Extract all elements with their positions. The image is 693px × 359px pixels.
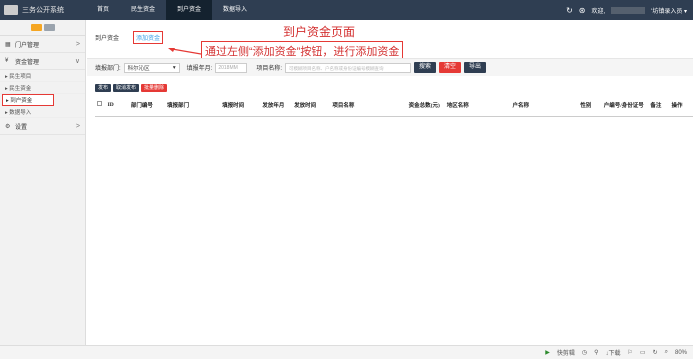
sidebar-collapse-button[interactable] (30, 24, 42, 31)
dept-select[interactable]: 科尔沁区 ▾ (123, 62, 180, 73)
sidebar-mode-button[interactable] (43, 24, 55, 31)
tab-bar: 到户资金 添加资金 (95, 31, 164, 44)
grid-icon: ▦ (5, 41, 11, 48)
select-all-checkbox[interactable] (97, 101, 102, 107)
chevron-down-icon: ∨ (74, 58, 80, 65)
play-icon: ▶ (545, 350, 550, 356)
nav-item-data-import[interactable]: 数据导入 (212, 0, 258, 20)
col-household-id: 户编号/身份证号 (601, 94, 649, 117)
col-dept-no: 部门编号 (128, 94, 165, 117)
chevron-right-icon: > (75, 40, 80, 48)
user-name-redacted (611, 6, 646, 14)
export-button[interactable]: 导出 (464, 62, 487, 73)
col-household: 户名称 (510, 94, 579, 117)
sidebar-item-livelihood-funds[interactable]: ▸ 民生资金 (0, 82, 85, 94)
annotation-title: 到户资金页面 (283, 25, 356, 39)
app-title: 三务公开系统 (22, 7, 64, 14)
flag-icon[interactable]: ⚐ (628, 349, 633, 356)
tab-household-funds[interactable]: 到户资金 (95, 33, 119, 44)
project-label: 项目名称: (256, 66, 283, 72)
col-issue-time: 发放时间 (292, 94, 331, 117)
quick-edit-button[interactable]: 快剪辑 (557, 348, 575, 357)
main-content: 到户资金 添加资金 到户资金页面 通过左侧“添加资金”按钮，进行添加资金 填报部… (87, 20, 693, 345)
search-button[interactable]: 搜索 (414, 62, 437, 73)
col-project-name: 项目名称 (330, 94, 407, 117)
main-nav: 首页 民生资金 到户资金 数据导入 (86, 0, 258, 20)
browser-status-bar: ▶ 快剪辑 ◷ ⚲ ↓下载 ⚐ ▭ ↻ ⌕ 80% (0, 345, 693, 359)
nav-item-home[interactable]: 首页 (86, 0, 120, 20)
sidebar-item-livelihood-projects[interactable]: ▸ 民生项目 (0, 70, 85, 82)
sidebar-item-data-import[interactable]: ▸ 数据导入 (0, 106, 85, 118)
unpublish-button[interactable]: 取消发布 (113, 84, 140, 92)
col-fill-time: 填报时间 (220, 94, 261, 117)
share-icon[interactable]: ⊛ (579, 6, 586, 15)
yen-icon: ¥ (5, 58, 9, 64)
chevron-right-icon: > (75, 122, 80, 130)
col-dept: 填报部门 (164, 94, 221, 117)
filter-bar: 填报部门: 科尔沁区 ▾ 填报年月: 2018MM 项目名称: 可模糊项目名称、… (87, 58, 693, 76)
table-header-row: ID 部门编号 填报部门 填报时间 发放年月 发放时间 项目名称 资金总数(元)… (95, 94, 693, 117)
user-area: ↻ ⊛ 欢迎, '坊镇录入员 ▾ (566, 6, 693, 15)
app-logo: 三务公开系统 (0, 0, 86, 20)
sidebar-group-portal[interactable]: ▦ 门户管理 > (0, 36, 85, 53)
year-label: 填报年月: (186, 66, 213, 72)
user-role-menu[interactable]: '坊镇录入员 ▾ (651, 6, 687, 15)
logo-mark (4, 5, 18, 15)
download-button[interactable]: ↓下载 (606, 348, 621, 357)
batch-delete-button[interactable]: 批量删除 (141, 84, 168, 92)
pin-icon[interactable]: ⚲ (594, 349, 598, 356)
col-id: ID (105, 94, 129, 117)
sidebar-toggle-row (0, 20, 85, 36)
clock-icon[interactable]: ◷ (582, 349, 587, 356)
refresh-small-icon[interactable]: ↻ (653, 349, 658, 356)
project-search-input[interactable]: 可模糊项目名称、户名称或身份证编号模糊查询 (285, 62, 412, 73)
clear-button[interactable]: 清空 (439, 62, 462, 73)
col-actions: 操作 (669, 94, 693, 117)
top-bar: 三务公开系统 首页 民生资金 到户资金 数据导入 ↻ ⊛ 欢迎, '坊镇录入员 … (0, 0, 693, 20)
funds-table: ID 部门编号 填报部门 填报时间 发放年月 发放时间 项目名称 资金总数(元)… (95, 94, 693, 117)
nav-item-livelihood-funds[interactable]: 民生资金 (120, 0, 166, 20)
zoom-level[interactable]: 80% (675, 350, 687, 356)
col-region: 地区名称 (444, 94, 511, 117)
col-gender: 性别 (578, 94, 602, 117)
sidebar-item-household-funds[interactable]: ▸ 到户资金 (2, 94, 54, 106)
col-fund-total: 资金总数(元) (406, 94, 445, 117)
nav-item-household-funds[interactable]: 到户资金 (166, 0, 213, 20)
year-input[interactable]: 2018MM (215, 62, 248, 73)
caret-down-icon: ▾ (172, 64, 176, 71)
sidebar-group-settings[interactable]: ⚙ 设置 > (0, 118, 85, 135)
table-actions: 发布 取消发布 批量删除 (95, 84, 168, 92)
zoom-icon: ⌕ (664, 349, 668, 355)
refresh-icon[interactable]: ↻ (566, 6, 573, 15)
gears-icon: ⚙ (5, 123, 11, 130)
sidebar-group-funds[interactable]: ¥ 资金管理 ∨ (0, 53, 85, 70)
dept-label: 填报部门: (95, 66, 121, 72)
sidebar: ▦ 门户管理 > ¥ 资金管理 ∨ ▸ 民生项目 ▸ 民生资金 ▸ 到户资金 ▸… (0, 20, 86, 359)
col-remarks: 备注 (648, 94, 670, 117)
tab-icon[interactable]: ▭ (640, 349, 646, 356)
publish-button[interactable]: 发布 (95, 84, 112, 92)
tab-add-funds[interactable]: 添加资金 (133, 31, 164, 44)
col-issue-month: 发放年月 (260, 94, 293, 117)
user-greeting: 欢迎, (591, 8, 606, 15)
